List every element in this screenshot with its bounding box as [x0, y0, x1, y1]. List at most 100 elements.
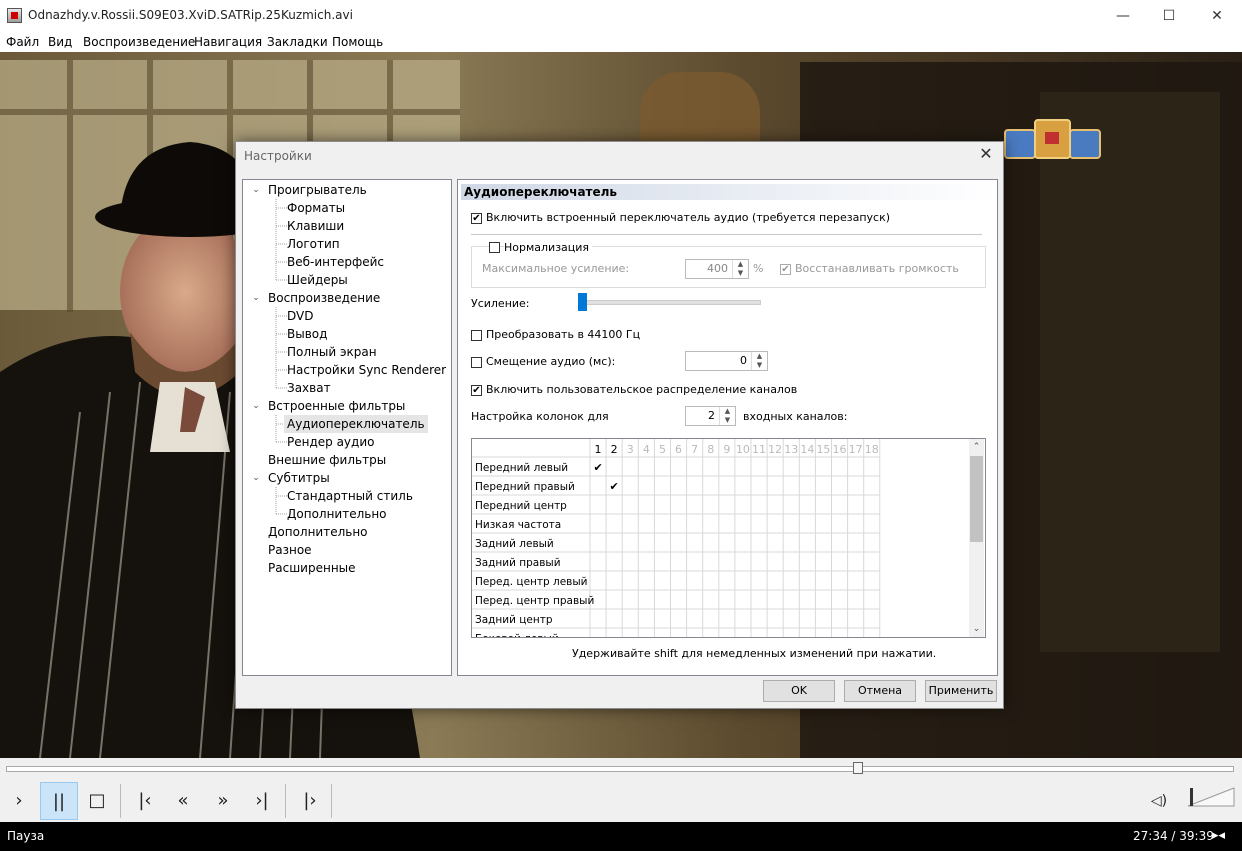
input-channels-label: входных каналов:	[743, 410, 848, 423]
expand-internal-filters-icon[interactable]: ⌄	[251, 397, 261, 415]
matrix-column-header: 7	[691, 443, 698, 456]
tree-item-internal-filters[interactable]: Встроенные фильтры	[268, 397, 405, 415]
tree-item-playback[interactable]: Воспроизведение	[268, 289, 380, 307]
cancel-button[interactable]: Отмена	[844, 680, 916, 702]
normalization-checkbox[interactable]	[489, 242, 500, 253]
expand-playback-icon[interactable]: ⌄	[251, 289, 261, 307]
tree-item-audio-renderer[interactable]: Рендер аудио	[287, 433, 374, 451]
seek-bar[interactable]	[6, 766, 1234, 772]
previous-button[interactable]: |‹	[126, 782, 164, 820]
menu-navigation[interactable]: Навигация	[194, 35, 262, 49]
channel-matrix[interactable]: 1 2 3 4 5 6 7 8 9 10 11 12 13 14 15 16 17 18 Передний левы…	[471, 438, 986, 638]
tree-item-dvd[interactable]: DVD	[287, 307, 313, 325]
spin-arrows-icon[interactable]: ▲ ▼	[751, 352, 767, 370]
matrix-row-label: Передний правый	[475, 481, 575, 493]
tree-item-fullscreen[interactable]: Полный экран	[287, 343, 377, 361]
audio-offset-checkbox[interactable]	[471, 357, 482, 368]
matrix-column-header: 10	[736, 443, 750, 456]
close-button[interactable]: ✕	[1194, 0, 1240, 32]
restore-volume-checkbox[interactable]: ✔	[780, 264, 791, 275]
panel-title: Аудиопереключатель	[461, 184, 997, 200]
settings-tree: ⌄ Проигрыватель Форматы Клавиши Логотип …	[242, 179, 452, 676]
tree-item-external-filters[interactable]: Внешние фильтры	[268, 451, 386, 469]
tree-item-player[interactable]: Проигрыватель	[268, 181, 367, 199]
matrix-row-label: Задний правый	[475, 557, 561, 569]
spin-arrows-icon[interactable]: ▲ ▼	[719, 407, 735, 425]
stop-button[interactable]: □	[78, 782, 116, 820]
matrix-scrollbar[interactable]: ⌃ ⌄	[969, 439, 984, 637]
channel-matrix-grid[interactable]: 1 2 3 4 5 6 7 8 9 10 11 12 13 14 15 16 17 18Передний левы…	[472, 439, 986, 638]
audio-offset-spinner[interactable]: 0 ▲ ▼	[685, 351, 768, 371]
audio-offset-value: 0	[740, 354, 747, 367]
tree-item-capture[interactable]: Захват	[287, 379, 331, 397]
gain-slider-thumb[interactable]	[578, 293, 587, 311]
matrix-row-label: Боковой левый	[475, 633, 559, 638]
matrix-column-header: 1	[595, 443, 602, 456]
tree-item-audio-switcher[interactable]: Аудиопереключатель	[284, 415, 428, 433]
apply-button[interactable]: Применить	[925, 680, 997, 702]
tree-item-shaders[interactable]: Шейдеры	[287, 271, 348, 289]
enable-switcher-checkbox[interactable]: ✔	[471, 213, 482, 224]
gain-slider-track[interactable]	[578, 300, 761, 305]
normalization-label: Нормализация	[504, 241, 593, 254]
speaker-count-spinner[interactable]: 2 ▲ ▼	[685, 406, 736, 426]
convert-44100-checkbox[interactable]	[471, 330, 482, 341]
scroll-up-icon[interactable]: ⌃	[969, 439, 984, 455]
menu-bookmarks[interactable]: Закладки	[267, 35, 328, 49]
expand-player-icon[interactable]: ⌄	[251, 181, 261, 199]
max-gain-spinner[interactable]: 400 ▲ ▼	[685, 259, 749, 279]
status-bar: Пауза 27:34 / 39:39 ▸◂	[0, 822, 1242, 851]
settings-dialog: Настройки ✕ ⌄ Проигрыватель Форматы Клав…	[235, 141, 1004, 709]
tree-item-advanced[interactable]: Дополнительно	[268, 523, 368, 541]
tree-item-formats[interactable]: Форматы	[287, 199, 345, 217]
menu-playback[interactable]: Воспроизведение	[83, 35, 195, 49]
menu-help[interactable]: Помощь	[332, 35, 383, 49]
audio-switcher-panel: Аудиопереключатель ✔ Включить встроенный…	[457, 179, 998, 676]
rewind-button[interactable]: «	[164, 782, 202, 820]
matrix-column-header: 16	[833, 443, 847, 456]
play-button[interactable]: ›	[0, 782, 38, 820]
tree-item-logo[interactable]: Логотип	[287, 235, 340, 253]
matrix-column-header: 5	[659, 443, 666, 456]
expand-subtitles-icon[interactable]: ⌄	[251, 469, 261, 487]
speaker-config-label: Настройка колонок для	[471, 410, 609, 423]
next-button[interactable]: ›|	[243, 782, 281, 820]
shift-hint: Удерживайте shift для немедленных измене…	[572, 647, 937, 660]
tree-item-web-interface[interactable]: Веб-интерфейс	[287, 253, 384, 271]
mute-icon[interactable]: ◁)	[1140, 782, 1178, 820]
minimize-button[interactable]: —	[1100, 0, 1146, 32]
matrix-row-label: Перед. центр левый	[475, 576, 587, 588]
menu-view[interactable]: Вид	[48, 35, 72, 49]
tree-item-misc[interactable]: Разное	[268, 541, 312, 559]
scroll-thumb[interactable]	[970, 456, 983, 542]
matrix-column-header: 8	[707, 443, 714, 456]
tree-item-default-style[interactable]: Стандартный стиль	[287, 487, 413, 505]
convert-44100-label: Преобразовать в 44100 Гц	[486, 328, 641, 341]
volume-slider[interactable]	[1186, 786, 1236, 808]
matrix-column-header: 15	[816, 443, 830, 456]
fast-forward-button[interactable]: »	[204, 782, 242, 820]
maximize-button[interactable]: ☐	[1146, 0, 1192, 32]
scroll-down-icon[interactable]: ⌄	[969, 621, 984, 637]
tree-item-subtitles[interactable]: Субтитры	[268, 469, 330, 487]
seek-thumb[interactable]	[853, 762, 864, 774]
window-title: Odnazhdy.v.Rossii.S09E03.XviD.SATRip.25K…	[28, 8, 353, 22]
matrix-row-label: Задний центр	[475, 614, 553, 626]
tree-item-extended[interactable]: Расширенные	[268, 559, 356, 577]
volume-thumb	[1190, 788, 1193, 806]
tree-item-sync-renderer[interactable]: Настройки Sync Renderer	[287, 361, 446, 379]
pause-button[interactable]: ||	[40, 782, 78, 820]
dialog-close-button[interactable]: ✕	[975, 144, 997, 163]
matrix-column-header: 6	[675, 443, 682, 456]
tree-item-subtitles-advanced[interactable]: Дополнительно	[287, 505, 387, 523]
frame-step-button[interactable]: |›	[291, 782, 329, 820]
tree-item-keys[interactable]: Клавиши	[287, 217, 344, 235]
matrix-column-header: 4	[643, 443, 650, 456]
custom-channels-checkbox[interactable]: ✔	[471, 385, 482, 396]
tree-item-output[interactable]: Вывод	[287, 325, 327, 343]
spin-arrows-icon[interactable]: ▲ ▼	[732, 260, 748, 278]
ok-button[interactable]: OK	[763, 680, 835, 702]
dialog-title: Настройки	[244, 149, 312, 163]
app-icon[interactable]	[7, 8, 22, 23]
menu-file[interactable]: Файл	[6, 35, 39, 49]
